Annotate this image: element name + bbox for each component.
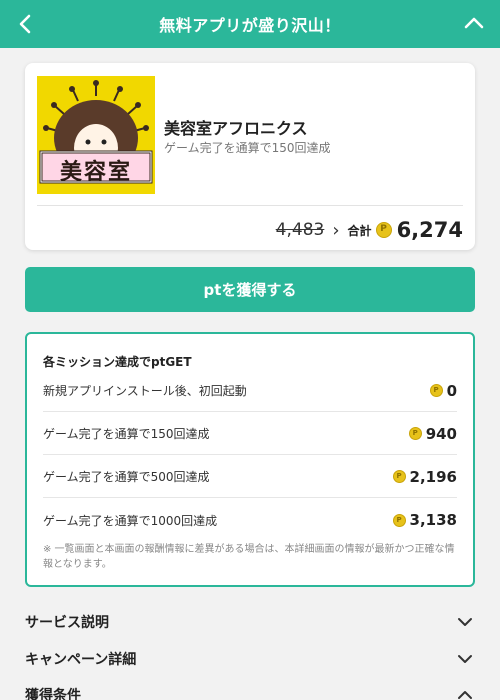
mission-points-value: 940 [425,424,457,443]
chevron-up-icon [458,691,472,699]
mission-points-value: 2,196 [409,467,457,486]
total-label: 合計 [347,223,372,238]
missions-title: 各ミッション達成でptGET [43,355,192,369]
chevron-down-icon [458,655,472,663]
top-header: 無料アプリが盛り沢山！ [0,0,500,48]
mission-row: ゲーム完了を通算で1000回達成 3,138 [43,499,457,541]
coin-icon [408,427,422,440]
points-summary: 4,483 › 合計 6,274 [276,215,463,245]
app-name: 美容室アフロニクス [164,119,308,138]
chevron-right-icon: › [332,219,340,241]
chevron-up-icon[interactable] [460,10,488,38]
accordion-label: キャンペーン詳細 [25,652,137,668]
accordion-label: サービス説明 [25,615,109,631]
mission-row: 新規アプリインストール後、初回起動 0 [43,370,457,412]
mission-points-value: 3,138 [409,511,457,529]
get-points-button[interactable]: ptを獲得する [25,267,475,312]
chevron-down-icon [458,618,472,626]
chevron-left-icon[interactable] [12,10,40,38]
coin-icon [392,513,406,527]
disclaimer-note: ※ 一覧画面と本画面の報酬情報に差異がある場合は、本詳細画面の情報が最新かつ正確… [43,544,455,570]
coin-icon [392,470,406,483]
app-summary-card: 美容室 美容室アフロニクス ゲーム完了を通算で150回達成 4,483 › 合計… [25,63,475,250]
app-subtitle: ゲーム完了を通算で150回達成 [164,141,331,155]
mission-row: ゲーム完了を通算で150回達成 940 [43,413,457,455]
accordion-label: 獲得条件 [25,688,81,700]
divider [37,205,463,206]
old-points: 4,483 [275,220,325,240]
header-title: 無料アプリが盛り沢山！ [159,16,341,35]
mission-points: 2,196 [392,467,457,486]
coin-icon [429,384,443,397]
mission-label: ゲーム完了を通算で500回達成 [43,470,210,484]
accordion-acquisition-conditions[interactable]: 獲得条件 [25,680,475,700]
missions-panel: 各ミッション達成でptGET 新規アプリインストール後、初回起動 0 ゲーム完了… [25,332,475,587]
accordion-service-description[interactable]: サービス説明 [25,607,475,637]
total-points: 6,274 [396,218,463,242]
app-thumbnail-text: 美容室 [59,160,132,185]
mission-label: 新規アプリインストール後、初回起動 [43,384,247,398]
coin-icon [375,222,392,238]
mission-points: 3,138 [392,511,457,529]
mission-points-value: 0 [446,381,457,400]
app-thumbnail: 美容室 [37,76,155,194]
accordion-campaign-details[interactable]: キャンペーン詳細 [25,644,475,674]
mission-row: ゲーム完了を通算で500回達成 2,196 [43,456,457,498]
mission-label: ゲーム完了を通算で1000回達成 [43,513,218,528]
mission-points: 940 [408,424,457,443]
mission-points: 0 [429,381,457,400]
mission-label: ゲーム完了を通算で150回達成 [43,427,210,441]
